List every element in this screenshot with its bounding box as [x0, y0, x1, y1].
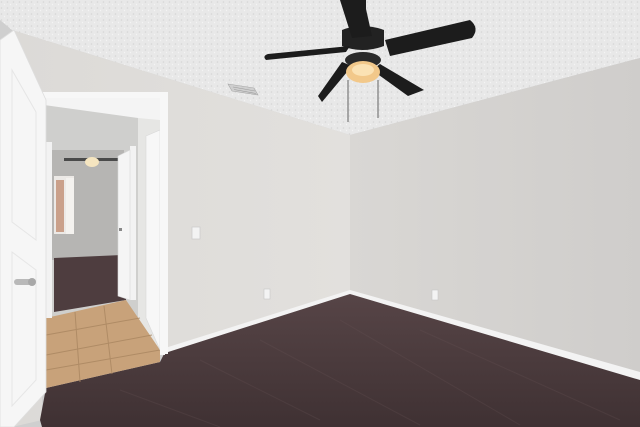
light-switch-icon[interactable]: [191, 226, 201, 240]
hallway-doorway: [42, 95, 165, 388]
window-icon: [54, 176, 74, 234]
outlet-icon: [263, 288, 271, 300]
door-handle-icon[interactable]: [14, 278, 36, 286]
door-icon: [117, 149, 131, 301]
bedroom-door[interactable]: [0, 29, 47, 427]
outlet-icon: [431, 289, 439, 301]
room-photo: [0, 0, 640, 427]
